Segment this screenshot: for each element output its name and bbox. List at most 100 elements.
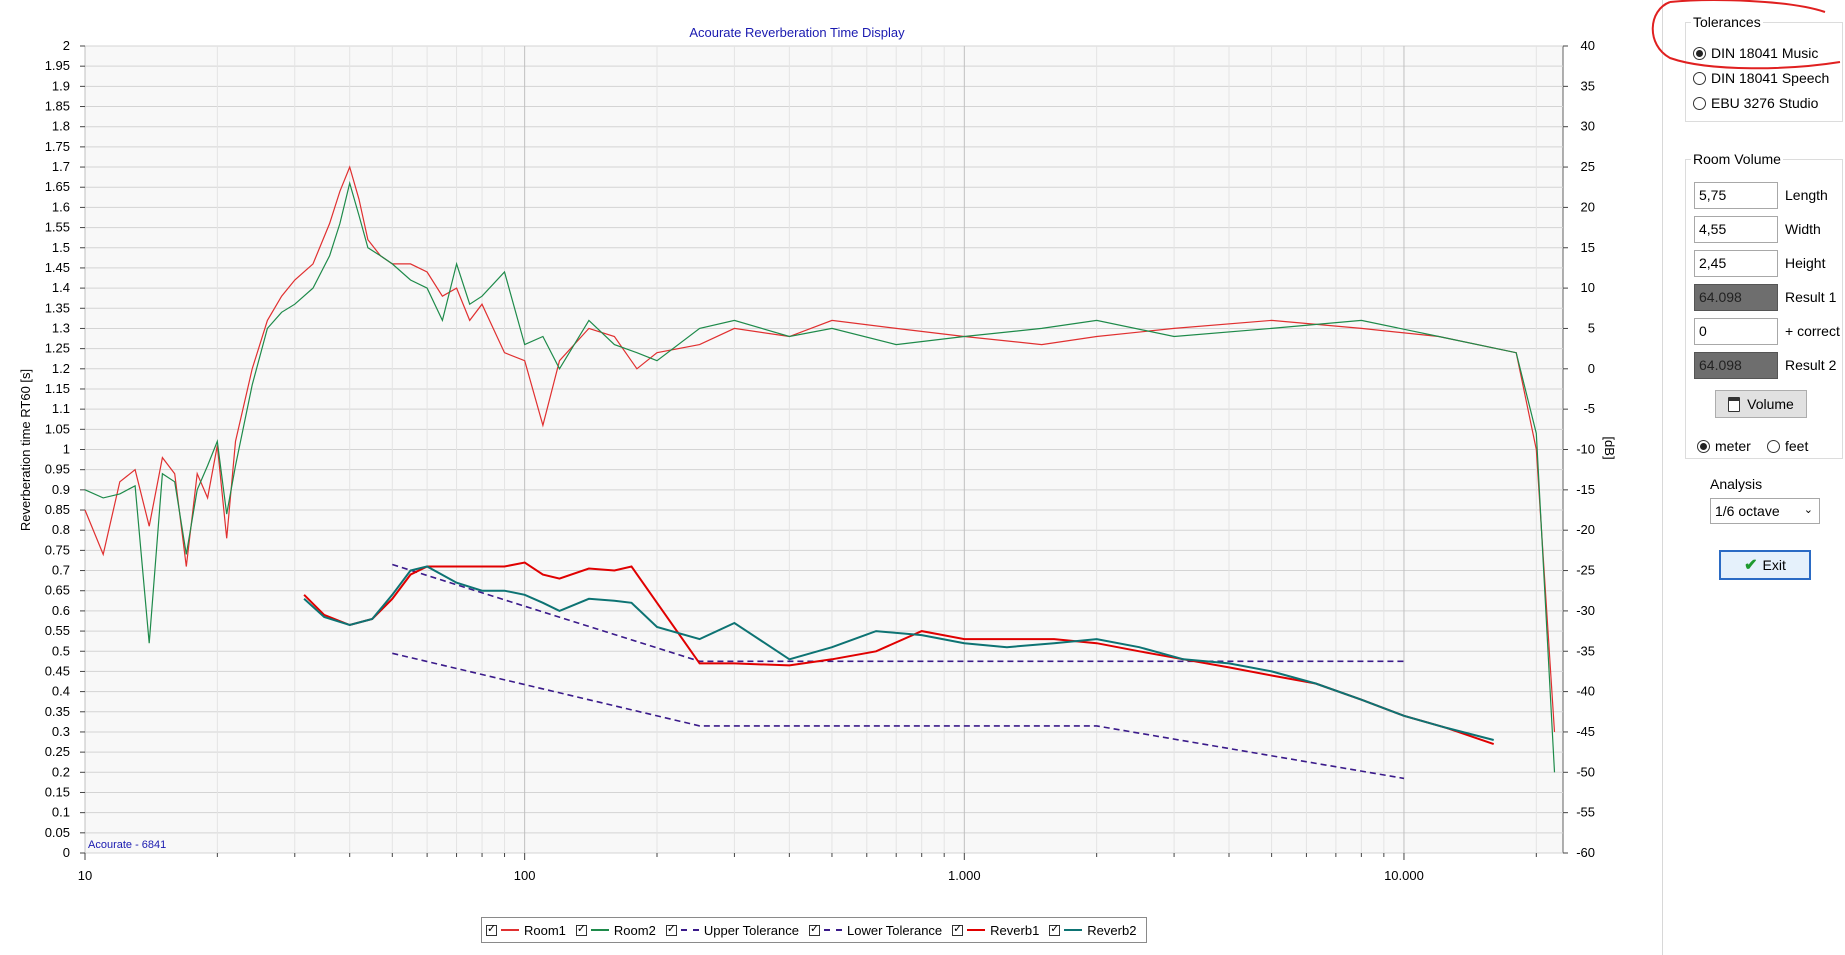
result1-label: Result 1 xyxy=(1785,289,1837,305)
analysis-title: Analysis xyxy=(1710,476,1763,492)
checkbox[interactable] xyxy=(1049,922,1061,936)
y-tick-label: 0.25 xyxy=(45,744,70,759)
legend-label: Room2 xyxy=(613,922,656,938)
legend-label: Reverb2 xyxy=(1087,922,1137,938)
y2-tick-label: -25 xyxy=(1576,563,1595,578)
grid xyxy=(84,45,1563,854)
length-label: Length xyxy=(1785,187,1828,203)
result2-label: Result 2 xyxy=(1785,357,1837,373)
y-tick-label: 0.45 xyxy=(45,663,70,678)
chart-title: Acourate Reverberation Time Display xyxy=(689,25,905,40)
y-tick-label: 0.85 xyxy=(45,502,70,517)
room-volume-title: Room Volume xyxy=(1691,151,1783,167)
checkbox[interactable] xyxy=(809,922,820,936)
radio-ebu-studio[interactable]: EBU 3276 Studio xyxy=(1693,95,1818,111)
y-tick-label: 1.95 xyxy=(45,58,70,73)
checkmark-icon: ✔ xyxy=(1744,557,1758,574)
y2-tick-label: 5 xyxy=(1588,320,1595,335)
radio-button[interactable] xyxy=(1767,439,1780,453)
y-tick-label: 0.15 xyxy=(45,784,70,799)
rt60-chart: 0 0.05 0.1 0.15 0.2 0.25 0.3 0.35 0.4 0.45 0.5 0.55… xyxy=(18,25,1617,883)
volume-button-label: Volume xyxy=(1747,396,1794,412)
exit-button[interactable]: ✔ Exit xyxy=(1719,550,1811,580)
checkbox[interactable] xyxy=(952,922,964,936)
legend-item-lower-tolerance[interactable]: Lower Tolerance xyxy=(809,922,943,938)
y-tick-label: 1.15 xyxy=(45,381,70,396)
height-label: Height xyxy=(1785,255,1826,271)
y-tick-label: 1.1 xyxy=(52,401,70,416)
radio-label: EBU 3276 Studio xyxy=(1711,95,1819,111)
legend-label: Reverb1 xyxy=(990,922,1040,938)
legend-swatch xyxy=(824,929,842,931)
y2-tick-label: 30 xyxy=(1581,119,1595,134)
y-tick-label: 1.7 xyxy=(52,159,70,174)
x-tick-label: 100 xyxy=(514,868,536,883)
y2-tick-label: -20 xyxy=(1576,522,1595,537)
legend-item-room2[interactable]: Room2 xyxy=(575,922,656,938)
y-tick-label: 1.45 xyxy=(45,260,70,275)
width-label: Width xyxy=(1785,221,1821,237)
legend-swatch xyxy=(680,929,699,931)
y-tick-label: 0.2 xyxy=(52,764,70,779)
width-input[interactable]: 4,55 xyxy=(1694,216,1778,243)
y-tick-label: 1.9 xyxy=(52,78,70,93)
y-tick-label: 0.7 xyxy=(52,563,70,578)
y-tick-label: 0.1 xyxy=(52,805,70,820)
legend-item-reverb2[interactable]: Reverb2 xyxy=(1049,922,1137,938)
y-tick-label: 0.3 xyxy=(52,724,70,739)
result1-field: 64.098 xyxy=(1694,284,1778,311)
y-tick-label: 0.05 xyxy=(45,825,70,840)
unit-feet-radio[interactable]: feet xyxy=(1767,438,1808,454)
checkbox[interactable] xyxy=(575,922,587,936)
side-panel: Tolerances DIN 18041 Music DIN 18041 Spe… xyxy=(1662,0,1845,955)
checkbox[interactable] xyxy=(486,922,497,936)
y-tick-label: 0.4 xyxy=(52,684,70,699)
exit-button-label: Exit xyxy=(1762,557,1786,573)
x-tick-label: 10 xyxy=(78,868,92,883)
y-tick-label: 0.95 xyxy=(45,462,70,477)
annotation-circle xyxy=(1651,0,1841,70)
y-tick-label: 0.6 xyxy=(52,603,70,618)
y-tick-label: 1.35 xyxy=(45,300,70,315)
y-tick-label: 2 xyxy=(63,38,70,53)
y2-tick-label: 35 xyxy=(1581,78,1595,93)
legend-item-room1[interactable]: Room1 xyxy=(486,922,566,938)
y-tick-label: 1.65 xyxy=(45,179,70,194)
analysis-select[interactable]: 1/6 octave ⌄ xyxy=(1710,498,1820,524)
y2-tick-label: -10 xyxy=(1576,442,1595,457)
y2-tick-label: 25 xyxy=(1581,159,1595,174)
y2-tick-label: 0 xyxy=(1588,361,1595,376)
y2-tick-label: -45 xyxy=(1576,724,1595,739)
legend-label: Lower Tolerance xyxy=(847,922,943,938)
legend-item-reverb1[interactable]: Reverb1 xyxy=(952,922,1040,938)
correct-input[interactable]: 0 xyxy=(1694,318,1778,345)
y-tick-label: 0.65 xyxy=(45,583,70,598)
y2-tick-label: 40 xyxy=(1581,38,1595,53)
legend-swatch xyxy=(1064,929,1083,931)
radio-button[interactable] xyxy=(1693,96,1706,110)
checkbox[interactable] xyxy=(665,922,677,936)
y-tick-label: 1.2 xyxy=(52,361,70,376)
y2-tick-label: -30 xyxy=(1576,603,1595,618)
y2-tick-label: -55 xyxy=(1576,805,1595,820)
legend-swatch xyxy=(967,929,986,931)
y-tick-label: 0.55 xyxy=(45,623,70,638)
volume-button[interactable]: Volume xyxy=(1715,390,1807,418)
y-tick-label: 0.8 xyxy=(52,522,70,537)
watermark: Acourate - 6841 xyxy=(88,839,166,851)
radio-label: meter xyxy=(1715,438,1751,454)
y-tick-label: 1.5 xyxy=(52,240,70,255)
y2-tick-label: -15 xyxy=(1576,482,1595,497)
length-input[interactable]: 5,75 xyxy=(1694,182,1778,209)
y2-axis-title: [dB] xyxy=(1602,436,1617,459)
x-tick-label: 10.000 xyxy=(1384,868,1424,883)
unit-meter-radio[interactable]: meter xyxy=(1697,438,1751,454)
radio-button[interactable] xyxy=(1697,439,1710,453)
y2-tick-label: 20 xyxy=(1581,199,1595,214)
height-input[interactable]: 2,45 xyxy=(1694,250,1778,277)
y-tick-label: 1.3 xyxy=(52,320,70,335)
y-tick-label: 1 xyxy=(63,442,70,457)
legend-item-upper-tolerance[interactable]: Upper Tolerance xyxy=(665,922,799,938)
analysis-selected: 1/6 octave xyxy=(1715,503,1780,519)
y-tick-label: 1.8 xyxy=(52,119,70,134)
